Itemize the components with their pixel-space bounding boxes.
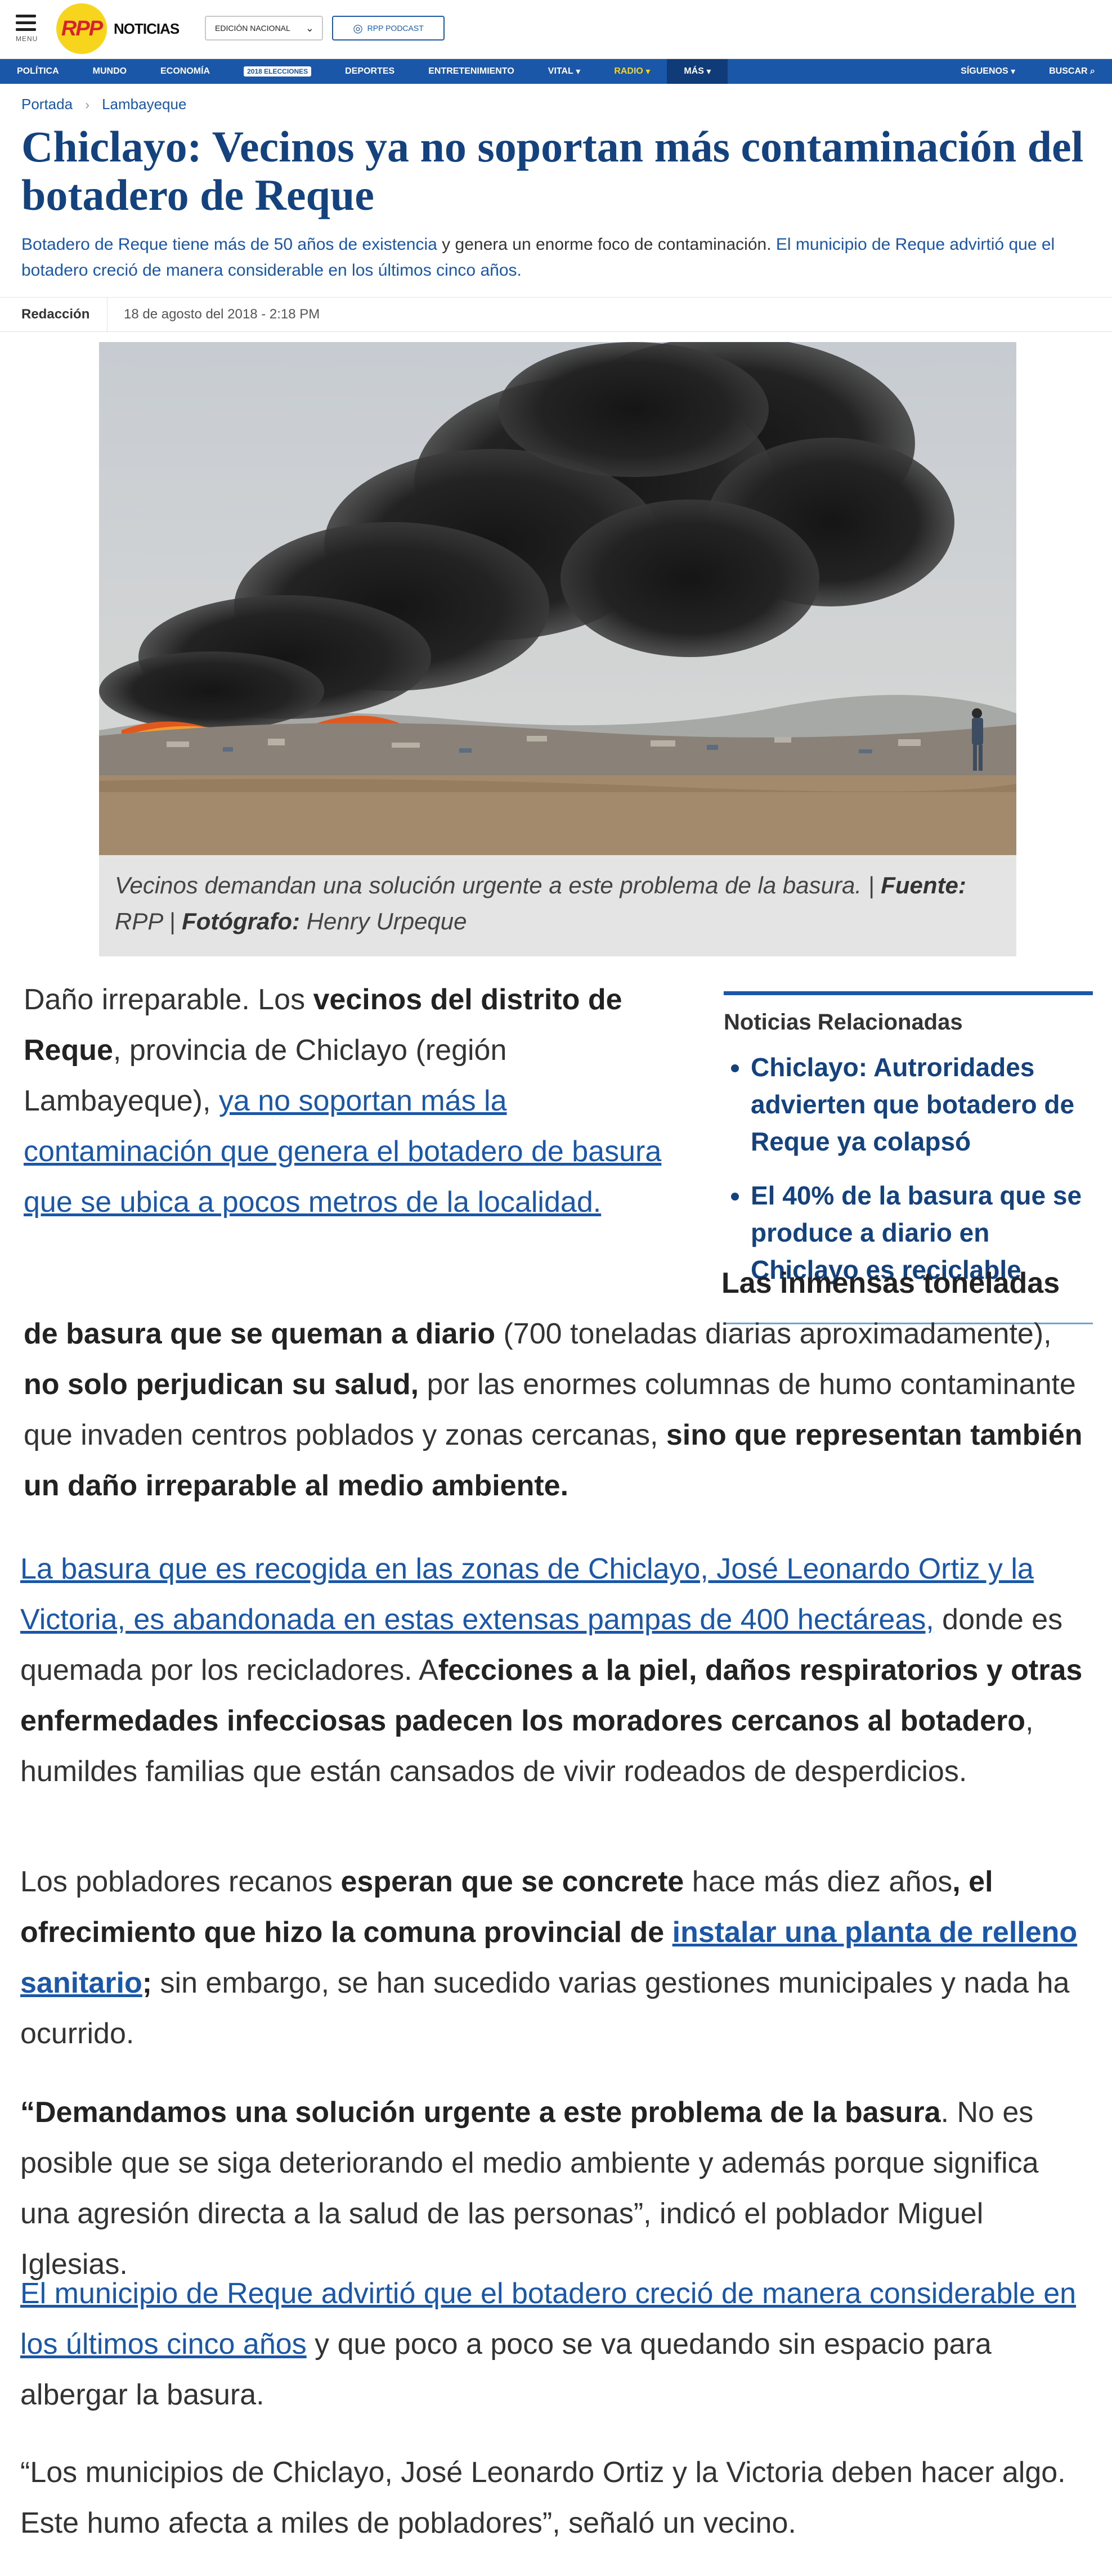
- p5-bold-1: “Demandamos una solución urgente a este …: [20, 2096, 941, 2129]
- body-paragraph-6: El municipio de Reque advirtió que el bo…: [20, 2268, 1101, 2420]
- nav-vital-label: VITAL: [548, 66, 573, 76]
- chevron-down-icon: ⌄: [305, 23, 314, 34]
- caption-source-value: RPP |: [115, 908, 182, 934]
- menu-button[interactable]: MENU: [16, 15, 38, 48]
- nav-politica[interactable]: POLÍTICA: [0, 59, 76, 84]
- p4-bold-1: esperan que se concrete: [340, 1865, 684, 1898]
- article-meta: Redacción 18 de agosto del 2018 - 2:18 P…: [0, 297, 1112, 332]
- nav-economia[interactable]: ECONOMÍA: [144, 59, 227, 84]
- body-paragraph-7: “Los municipios de Chiclayo, José Leonar…: [20, 2447, 1095, 2548]
- article-title: Chiclayo: Vecinos ya no soportan más con…: [21, 122, 1084, 219]
- publish-date: 18 de agosto del 2018 - 2:18 PM: [124, 307, 320, 322]
- caption-text: Vecinos demandan una solución urgente a …: [115, 872, 881, 898]
- article-lead: Botadero de Reque tiene más de 50 años d…: [21, 232, 1091, 284]
- nav-radio-label: RADIO: [614, 66, 643, 76]
- chevron-down-icon: ▾: [706, 67, 711, 77]
- lead-link-1[interactable]: Botadero de Reque tiene más de 50 años d…: [21, 235, 437, 254]
- nav-mas-label: MÁS: [684, 66, 704, 76]
- nav-buscar-label: BUSCAR: [1049, 66, 1088, 76]
- p4-text-1: Los pobladores recanos: [20, 1865, 341, 1898]
- caption-source-label: Fuente:: [881, 872, 966, 898]
- breadcrumb: Portada › Lambayeque: [21, 96, 186, 113]
- elecciones-label: ELECCIONES: [264, 68, 308, 75]
- podcast-label: RPP PODCAST: [367, 24, 424, 33]
- author[interactable]: Redacción: [21, 307, 89, 322]
- breadcrumb-home[interactable]: Portada: [21, 96, 73, 113]
- hamburger-icon: [16, 28, 36, 31]
- rpp-logo[interactable]: RPP NOTICIAS: [56, 3, 180, 54]
- hamburger-icon: [16, 15, 36, 17]
- p7-text-1: “Los municipios de Chiclayo, José Leonar…: [20, 2456, 1066, 2539]
- chevron-down-icon: ▾: [1011, 67, 1016, 77]
- article-photo[interactable]: [99, 342, 1016, 855]
- caption-photographer-label: Fotógrafo:: [182, 908, 301, 934]
- breadcrumb-section[interactable]: Lambayeque: [102, 96, 186, 113]
- nav-elecciones[interactable]: 2018 ELECCIONES: [227, 59, 328, 84]
- p4-bold-3: ;: [142, 1967, 153, 1999]
- hamburger-icon: [16, 21, 36, 24]
- p2-text-1: (700 toneladas diarias aproximadamente),: [495, 1318, 1052, 1350]
- nav-buscar[interactable]: BUSCAR ⌕: [1032, 59, 1112, 84]
- nav-siguenos[interactable]: SÍGUENOS ▾: [944, 59, 1032, 84]
- edition-label: EDICIÓN NACIONAL: [215, 24, 290, 33]
- chevron-down-icon: ▾: [576, 67, 581, 77]
- body-paragraph-4: Los pobladores recanos esperan que se co…: [20, 1856, 1095, 2059]
- nav-deportes[interactable]: DEPORTES: [328, 59, 411, 84]
- p4-text-2: hace más diez años: [684, 1865, 953, 1898]
- related-item[interactable]: Chiclayo: Autroridades advierten que bot…: [751, 1049, 1093, 1160]
- nav-mundo[interactable]: MUNDO: [76, 59, 144, 84]
- podcast-button[interactable]: ◎ RPP PODCAST: [332, 16, 445, 41]
- photo-caption: Vecinos demandan una solución urgente a …: [99, 855, 1016, 956]
- p4-text-3: sin embargo, se han sucedido varias gest…: [20, 1967, 1070, 2050]
- related-heading: Noticias Relacionadas: [724, 1010, 963, 1035]
- nav-right: SÍGUENOS ▾ BUSCAR ⌕: [944, 59, 1112, 84]
- article-figure: Vecinos demandan una solución urgente a …: [99, 342, 1016, 956]
- p1-text-1: Daño irreparable. Los: [24, 983, 313, 1016]
- related-list: Chiclayo: Autroridades advierten que bot…: [724, 1049, 1093, 1288]
- caption-photographer-value: Henry Urpeque: [300, 908, 467, 934]
- nav-entretenimiento[interactable]: ENTRETENIMIENTO: [411, 59, 531, 84]
- nav-mas[interactable]: MÁS ▾: [667, 59, 728, 84]
- nav-radio[interactable]: RADIO ▾: [597, 59, 667, 84]
- nav-siguenos-label: SÍGUENOS: [961, 66, 1008, 76]
- menu-label: MENU: [16, 35, 38, 43]
- edition-select[interactable]: EDICIÓN NACIONAL ⌄: [205, 16, 323, 41]
- logo-mark-text: RPP: [61, 16, 103, 41]
- body-paragraph-3: La basura que es recogida en las zonas d…: [20, 1544, 1095, 1797]
- lead-text: y genera un enorme foco de contaminación…: [437, 235, 776, 254]
- globe-icon: ◎: [353, 22, 363, 35]
- chevron-right-icon: ›: [85, 97, 90, 113]
- logo-mark: RPP: [56, 3, 107, 54]
- elecciones-badge: 2018 ELECCIONES: [244, 66, 312, 77]
- site-header: MENU RPP NOTICIAS EDICIÓN NACIONAL ⌄ ◎ R…: [0, 0, 1112, 59]
- chevron-down-icon: ▾: [645, 67, 651, 77]
- elecciones-year: 2018: [247, 68, 262, 75]
- body-paragraph-2: Las inmensas toneladas de basura que se …: [24, 1258, 1093, 1511]
- p3-link[interactable]: La basura que es recogida en las zonas d…: [20, 1553, 1034, 1636]
- body-paragraph-5: “Demandamos una solución urgente a este …: [20, 2087, 1095, 2290]
- p2-bold-2: no solo perjudican su salud,: [24, 1368, 419, 1401]
- body-paragraph-1: Daño irreparable. Los vecinos del distri…: [24, 974, 699, 1228]
- landfill-smoke-image: [99, 342, 1016, 855]
- search-icon: ⌕: [1090, 66, 1095, 76]
- nav-vital[interactable]: VITAL ▾: [531, 59, 598, 84]
- main-nav: POLÍTICA MUNDO ECONOMÍA 2018 ELECCIONES …: [0, 59, 1112, 84]
- logo-text: NOTICIAS: [114, 20, 180, 37]
